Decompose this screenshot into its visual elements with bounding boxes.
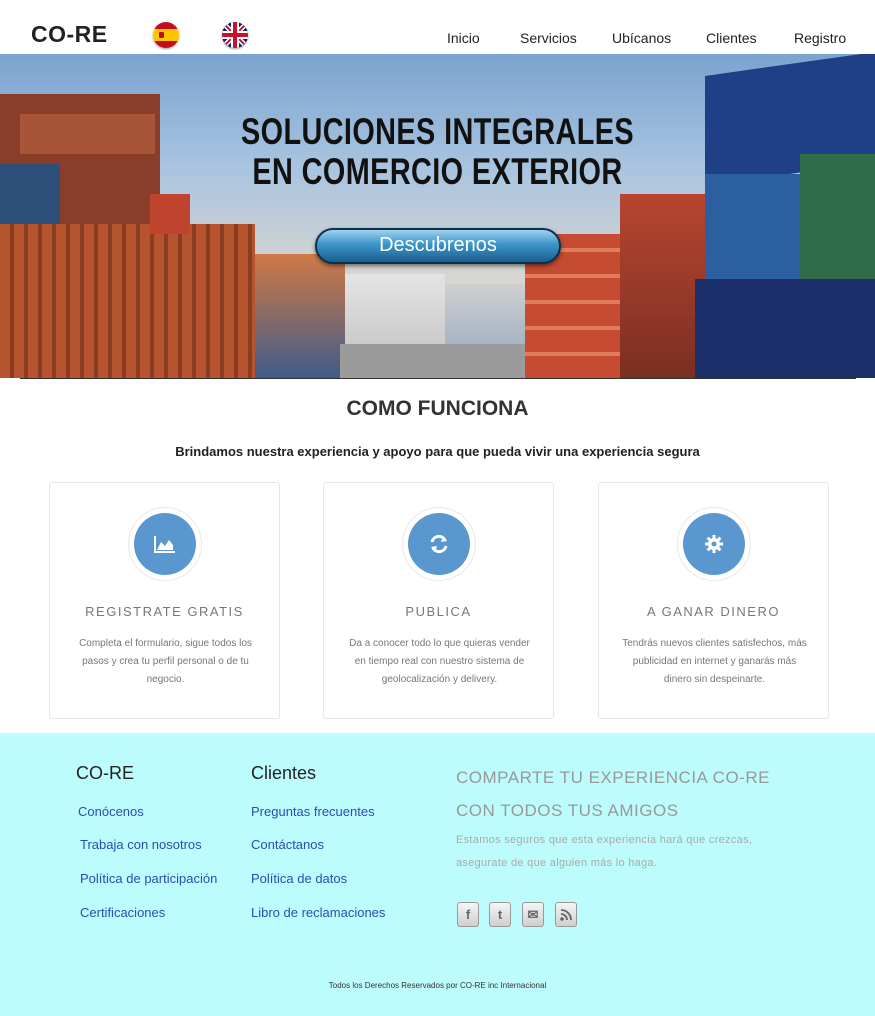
container-navy bbox=[695, 279, 875, 378]
hero-title-line-1: SOLUCIONES INTEGRALES bbox=[240, 111, 635, 152]
card-title: A GANAR DINERO bbox=[647, 604, 780, 619]
rss-icon[interactable] bbox=[555, 902, 577, 927]
header: CO-RE Inicio Servicios Ubícanos Clientes… bbox=[0, 0, 875, 54]
nav-inicio[interactable]: Inicio bbox=[447, 30, 480, 46]
gear-icon bbox=[683, 513, 745, 575]
icon-ring bbox=[128, 507, 202, 581]
card-text: Completa el formulario, sigue todos los … bbox=[79, 638, 252, 685]
facebook-icon[interactable]: f bbox=[457, 902, 479, 927]
section-subtitle: Brindamos nuestra experiencia y apoyo pa… bbox=[175, 444, 700, 459]
card-title: PUBLICA bbox=[405, 604, 472, 619]
share-title-line-2: CON TODOS TUS AMIGOS bbox=[456, 801, 679, 820]
nav-ubicanos[interactable]: Ubícanos bbox=[612, 30, 671, 46]
main-nav: Inicio Servicios Ubícanos Clientes Regis… bbox=[0, 30, 875, 50]
icon-ring bbox=[402, 507, 476, 581]
share-title-line-1: COMPARTE TU EXPERIENCIA CO-RE bbox=[456, 768, 770, 787]
discover-button[interactable]: Descubrenos bbox=[315, 228, 561, 264]
yard-floor bbox=[340, 344, 540, 378]
divider bbox=[20, 378, 856, 379]
feature-card-publish: PUBLICA Da a conocer todo lo que quieras… bbox=[323, 482, 554, 719]
card-text: Tendrás nuevos clientes satisfechos, más… bbox=[622, 638, 807, 685]
container-front bbox=[0, 224, 255, 378]
twitter-icon[interactable]: t bbox=[489, 902, 511, 927]
nav-clientes[interactable]: Clientes bbox=[706, 30, 757, 46]
area-chart-icon bbox=[134, 513, 196, 575]
feature-card-register: REGISTRATE GRATIS Completa el formulario… bbox=[49, 482, 280, 719]
refresh-icon bbox=[408, 513, 470, 575]
footer-link-trabaja[interactable]: Trabaja con nosotros bbox=[80, 837, 202, 852]
email-icon[interactable]: ✉ bbox=[522, 902, 544, 927]
copyright-text: Todos los Derechos Reservados por CO-RE … bbox=[328, 981, 547, 990]
footer-link-politica-datos[interactable]: Política de datos bbox=[251, 871, 347, 886]
hero-title-line-2: EN COMERCIO EXTERIOR bbox=[252, 151, 623, 192]
share-text: Estamos seguros que esta experiencia har… bbox=[456, 829, 776, 875]
footer-link-certificaciones[interactable]: Certificaciones bbox=[80, 905, 165, 920]
card-text: Da a conocer todo lo que quieras vender … bbox=[349, 638, 530, 685]
footer-link-reclamaciones[interactable]: Libro de reclamaciones bbox=[251, 905, 385, 920]
share-title: COMPARTE TU EXPERIENCIA CO-RE CON TODOS … bbox=[456, 761, 796, 827]
card-title: REGISTRATE GRATIS bbox=[85, 604, 244, 619]
footer-link-preguntas[interactable]: Preguntas frecuentes bbox=[251, 804, 375, 819]
hero-banner: SOLUCIONES INTEGRALES EN COMERCIO EXTERI… bbox=[0, 54, 875, 378]
icon-ring bbox=[677, 507, 751, 581]
footer-link-conocenos[interactable]: Conócenos bbox=[78, 804, 144, 819]
footer-link-politica-participacion[interactable]: Política de participación bbox=[80, 871, 217, 886]
page: CO-RE Inicio Servicios Ubícanos Clientes… bbox=[0, 0, 875, 1016]
container-stack-mid bbox=[255, 254, 345, 378]
nav-servicios[interactable]: Servicios bbox=[520, 30, 577, 46]
share-text-line-2: asegurate de que alguien más lo haga. bbox=[456, 857, 658, 869]
feature-card-earn: A GANAR DINERO Tendrás nuevos clientes s… bbox=[598, 482, 829, 719]
container bbox=[150, 194, 190, 234]
footer: CO-RE Conócenos Trabaja con nosotros Pol… bbox=[0, 733, 875, 1016]
container-green bbox=[800, 154, 875, 284]
section-title: COMO FUNCIONA bbox=[346, 397, 529, 420]
footer-col-clientes-title: Clientes bbox=[251, 763, 317, 783]
hero-title: SOLUCIONES INTEGRALES EN COMERCIO EXTERI… bbox=[96, 112, 779, 192]
nav-registro[interactable]: Registro bbox=[794, 30, 846, 46]
share-text-line-1: Estamos seguros que esta experiencia har… bbox=[456, 834, 753, 846]
footer-link-contactanos[interactable]: Contáctanos bbox=[251, 837, 324, 852]
footer-col-core-title: CO-RE bbox=[76, 763, 134, 783]
